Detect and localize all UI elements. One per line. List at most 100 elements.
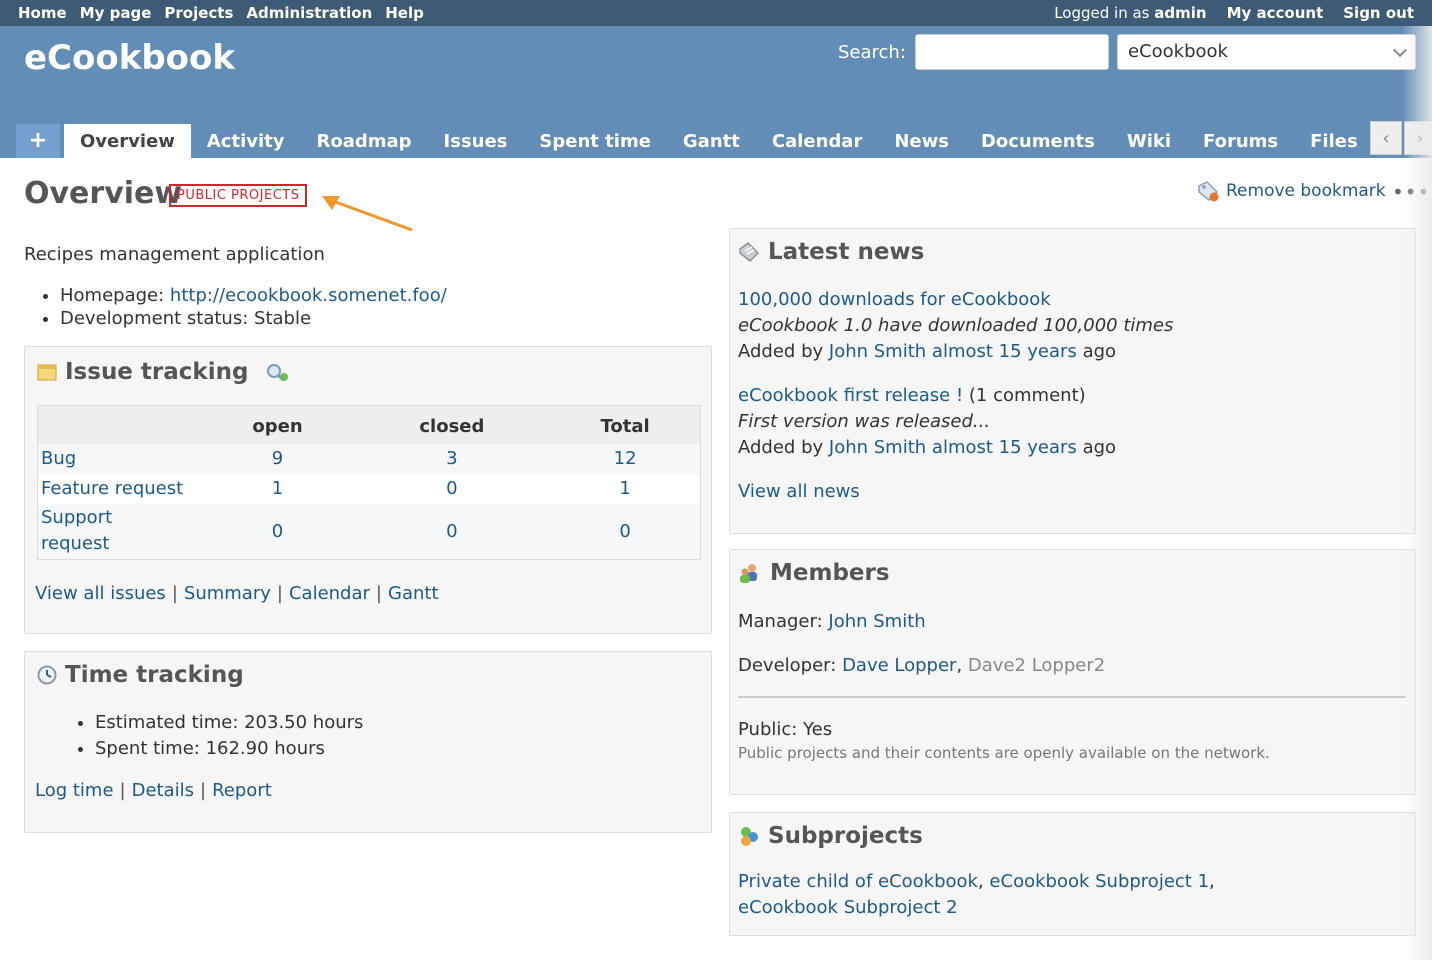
clock-icon xyxy=(37,665,57,685)
news-author-link[interactable]: John Smith xyxy=(829,437,926,458)
project-select-value: eCookbook xyxy=(1128,41,1228,62)
scroll-left-icon[interactable]: ‹ xyxy=(1370,121,1402,155)
tab-documents[interactable]: Documents xyxy=(965,124,1111,158)
issue-tracking-icon xyxy=(37,364,57,381)
status-label: Development status: xyxy=(60,308,249,329)
total-count-link[interactable]: 0 xyxy=(550,503,701,560)
developer-link[interactable]: Dave Lopper xyxy=(842,655,956,676)
top-menu-my-page[interactable]: My page xyxy=(80,4,152,22)
time-tracking-box: Time tracking Estimated time: 203.50 hou… xyxy=(24,651,712,833)
news-added-by: Added by xyxy=(738,341,824,362)
tab-issues[interactable]: Issues xyxy=(428,124,524,158)
details-link[interactable]: Details xyxy=(132,780,194,801)
column-header-open: open xyxy=(201,405,354,444)
subproject-link[interactable]: eCookbook Subproject 2 xyxy=(738,897,958,918)
report-link[interactable]: Report xyxy=(212,780,272,801)
tracker-name-link[interactable]: Support request xyxy=(37,503,202,560)
sign-out-link[interactable]: Sign out xyxy=(1343,4,1414,22)
manager-link[interactable]: John Smith xyxy=(828,611,925,632)
tracker-name-link[interactable]: Bug xyxy=(37,443,202,474)
subprojects-heading: Subprojects xyxy=(738,823,923,849)
top-menu-projects[interactable]: Projects xyxy=(164,4,233,22)
news-added-by: Added by xyxy=(738,437,824,458)
table-row: Support request 0 0 0 xyxy=(37,503,701,560)
top-menu: Home My page Projects Administration Hel… xyxy=(0,0,1432,26)
remove-bookmark-link[interactable]: Remove bookmark xyxy=(1196,180,1386,202)
view-all-news-link[interactable]: View all news xyxy=(738,481,860,502)
subproject-link[interactable]: Private child of eCookbook xyxy=(738,871,978,892)
new-object-tab[interactable]: + xyxy=(16,124,60,158)
news-date-link[interactable]: almost 15 years xyxy=(932,341,1077,362)
open-count-link[interactable]: 1 xyxy=(202,474,354,504)
subprojects-title: Subprojects xyxy=(768,823,923,849)
search-issues-icon[interactable] xyxy=(264,361,290,383)
total-count-link[interactable]: 1 xyxy=(550,474,700,504)
logged-in-as: Logged in as admin xyxy=(1054,4,1206,22)
news-title-link[interactable]: eCookbook first release ! xyxy=(738,385,963,406)
closed-count-link[interactable]: 0 xyxy=(353,503,551,560)
public-hint: Public projects and their contents are o… xyxy=(738,744,1270,762)
tab-files[interactable]: Files xyxy=(1294,124,1362,158)
top-menu-help[interactable]: Help xyxy=(385,4,424,22)
open-count-link[interactable]: 0 xyxy=(201,503,354,560)
issue-links: View all issues | Summary | Calendar | Gantt xyxy=(35,583,439,604)
issue-tracking-title: Issue tracking xyxy=(65,359,249,385)
scroll-right-icon[interactable]: › xyxy=(1404,121,1432,155)
manager-line: Manager: John Smith xyxy=(738,611,926,632)
view-all-issues-link[interactable]: View all issues xyxy=(35,583,166,604)
news-byline: Added by John Smith almost 15 years ago xyxy=(738,339,1173,365)
news-comments: (1 comment) xyxy=(968,385,1086,406)
developer-link-locked[interactable]: Dave2 Lopper2 xyxy=(968,655,1105,676)
status-value: Stable xyxy=(254,308,312,329)
project-jump-select[interactable]: eCookbook xyxy=(1117,34,1416,70)
table-header-row: open closed Total xyxy=(37,405,701,444)
tab-wiki[interactable]: Wiki xyxy=(1111,124,1187,158)
chevron-down-icon xyxy=(1392,42,1408,58)
more-actions-icon[interactable]: ••• xyxy=(1392,180,1430,204)
tab-activity[interactable]: Activity xyxy=(191,124,301,158)
homepage-label: Homepage: xyxy=(60,285,165,306)
top-menu-home[interactable]: Home xyxy=(18,4,67,22)
news-author-link[interactable]: John Smith xyxy=(829,341,926,362)
tab-forums[interactable]: Forums xyxy=(1187,124,1294,158)
summary-link[interactable]: Summary xyxy=(184,583,271,604)
issue-tracking-heading: Issue tracking xyxy=(37,359,290,385)
closed-count-link[interactable]: 0 xyxy=(354,474,551,504)
search-input[interactable] xyxy=(915,34,1109,70)
developer-line: Developer: Dave Lopper, Dave2 Lopper2 xyxy=(738,655,1106,676)
tab-roadmap[interactable]: Roadmap xyxy=(301,124,428,158)
search-label: Search: xyxy=(838,42,906,63)
tab-news[interactable]: News xyxy=(878,124,965,158)
tab-gantt[interactable]: Gantt xyxy=(667,124,756,158)
total-count-link[interactable]: 12 xyxy=(550,443,701,474)
public-projects-badge: PUBLIC PROJECTS xyxy=(169,184,308,207)
project-attributes: Homepage: http://ecookbook.somenet.foo/ … xyxy=(60,284,447,330)
time-tracking-heading: Time tracking xyxy=(37,662,244,688)
members-box: Members Manager: John Smith Developer: D… xyxy=(729,549,1416,795)
time-tracking-title: Time tracking xyxy=(65,662,244,688)
tab-calendar[interactable]: Calendar xyxy=(756,124,878,158)
tracker-name-link[interactable]: Feature request xyxy=(38,474,202,504)
news-byline: Added by John Smith almost 15 years ago xyxy=(738,435,1116,461)
divider xyxy=(738,696,1406,698)
my-account-link[interactable]: My account xyxy=(1227,4,1324,22)
table-row: Bug 9 3 12 xyxy=(37,443,701,474)
homepage-link[interactable]: http://ecookbook.somenet.foo/ xyxy=(170,285,447,306)
gantt-link[interactable]: Gantt xyxy=(388,583,439,604)
current-user-link[interactable]: admin xyxy=(1154,4,1206,22)
tab-spent-time[interactable]: Spent time xyxy=(523,124,666,158)
open-count-link[interactable]: 9 xyxy=(201,443,354,474)
subproject-link[interactable]: eCookbook Subproject 1 xyxy=(989,871,1209,892)
logged-in-label: Logged in as xyxy=(1054,4,1150,22)
project-description: Recipes management application xyxy=(24,244,325,265)
news-title-link[interactable]: 100,000 downloads for eCookbook xyxy=(738,289,1051,310)
top-menu-administration[interactable]: Administration xyxy=(246,4,372,22)
log-time-link[interactable]: Log time xyxy=(35,780,114,801)
tab-overview[interactable]: Overview xyxy=(64,124,191,158)
closed-count-link[interactable]: 3 xyxy=(353,443,551,474)
homepage-attribute: Homepage: http://ecookbook.somenet.foo/ xyxy=(60,284,447,307)
news-date-link[interactable]: almost 15 years xyxy=(932,437,1077,458)
page-title: Overview xyxy=(24,176,183,211)
news-summary: First version was released... xyxy=(738,411,991,432)
calendar-link[interactable]: Calendar xyxy=(289,583,370,604)
